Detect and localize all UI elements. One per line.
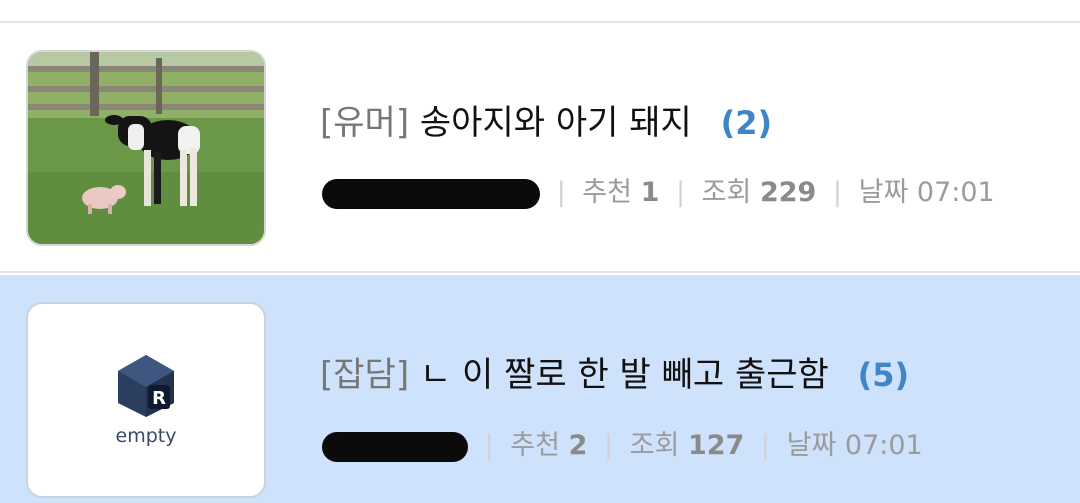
meta-separator: | (603, 430, 614, 461)
views-label: 조회 (701, 177, 752, 208)
post-title-text: 송아지와 아기 돼지 (419, 103, 692, 143)
empty-label: empty (115, 425, 177, 447)
post-row[interactable]: R empty [잡담] ㄴ 이 짤로 한 발 빼고 출근함 (5) | 추천 … (0, 275, 1080, 503)
likes-count: 2 (568, 430, 588, 461)
post-title[interactable]: [잡담] ㄴ 이 짤로 한 발 빼고 출근함 (5) (320, 347, 909, 396)
meta-separator: | (556, 177, 566, 208)
post-title[interactable]: [유머] 송아지와 아기 돼지 (2) (320, 95, 772, 144)
likes-count: 1 (640, 177, 660, 208)
views-count: 229 (759, 177, 817, 208)
redacted-author (322, 431, 468, 462)
calf-and-piglet-image (28, 52, 264, 244)
meta-separator: | (484, 430, 494, 461)
post-thumbnail[interactable]: R empty (26, 302, 266, 498)
views-count: 127 (687, 430, 745, 461)
post-meta: | 추천 1 | 조회 229 | 날짜 07:01 (322, 170, 995, 209)
date-label: 날짜 (858, 177, 909, 208)
likes-label: 추천 (510, 430, 560, 461)
svg-text:R: R (152, 388, 166, 409)
meta-separator: | (675, 177, 686, 208)
comment-count[interactable]: (5) (858, 356, 910, 394)
meta-separator: | (760, 430, 771, 461)
likes-label: 추천 (582, 177, 632, 208)
date-label: 날짜 (786, 430, 837, 461)
post-date: 07:01 (844, 430, 923, 461)
post-date: 07:01 (916, 177, 995, 208)
post-category: [잡담] (320, 355, 410, 395)
post-category: [유머] (320, 103, 410, 143)
post-meta: | 추천 2 | 조회 127 | 날짜 07:01 (322, 423, 923, 462)
redacted-author (322, 178, 540, 209)
post-thumbnail[interactable] (26, 50, 266, 246)
meta-separator: | (832, 177, 843, 208)
empty-placeholder-icon: R (118, 355, 174, 417)
post-row[interactable]: [유머] 송아지와 아기 돼지 (2) | 추천 1 | 조회 229 | 날짜… (0, 23, 1080, 273)
top-divider (0, 0, 1080, 23)
post-title-text: ㄴ 이 짤로 한 발 빼고 출근함 (419, 355, 829, 395)
comment-count[interactable]: (2) (721, 104, 773, 142)
views-label: 조회 (629, 430, 680, 461)
